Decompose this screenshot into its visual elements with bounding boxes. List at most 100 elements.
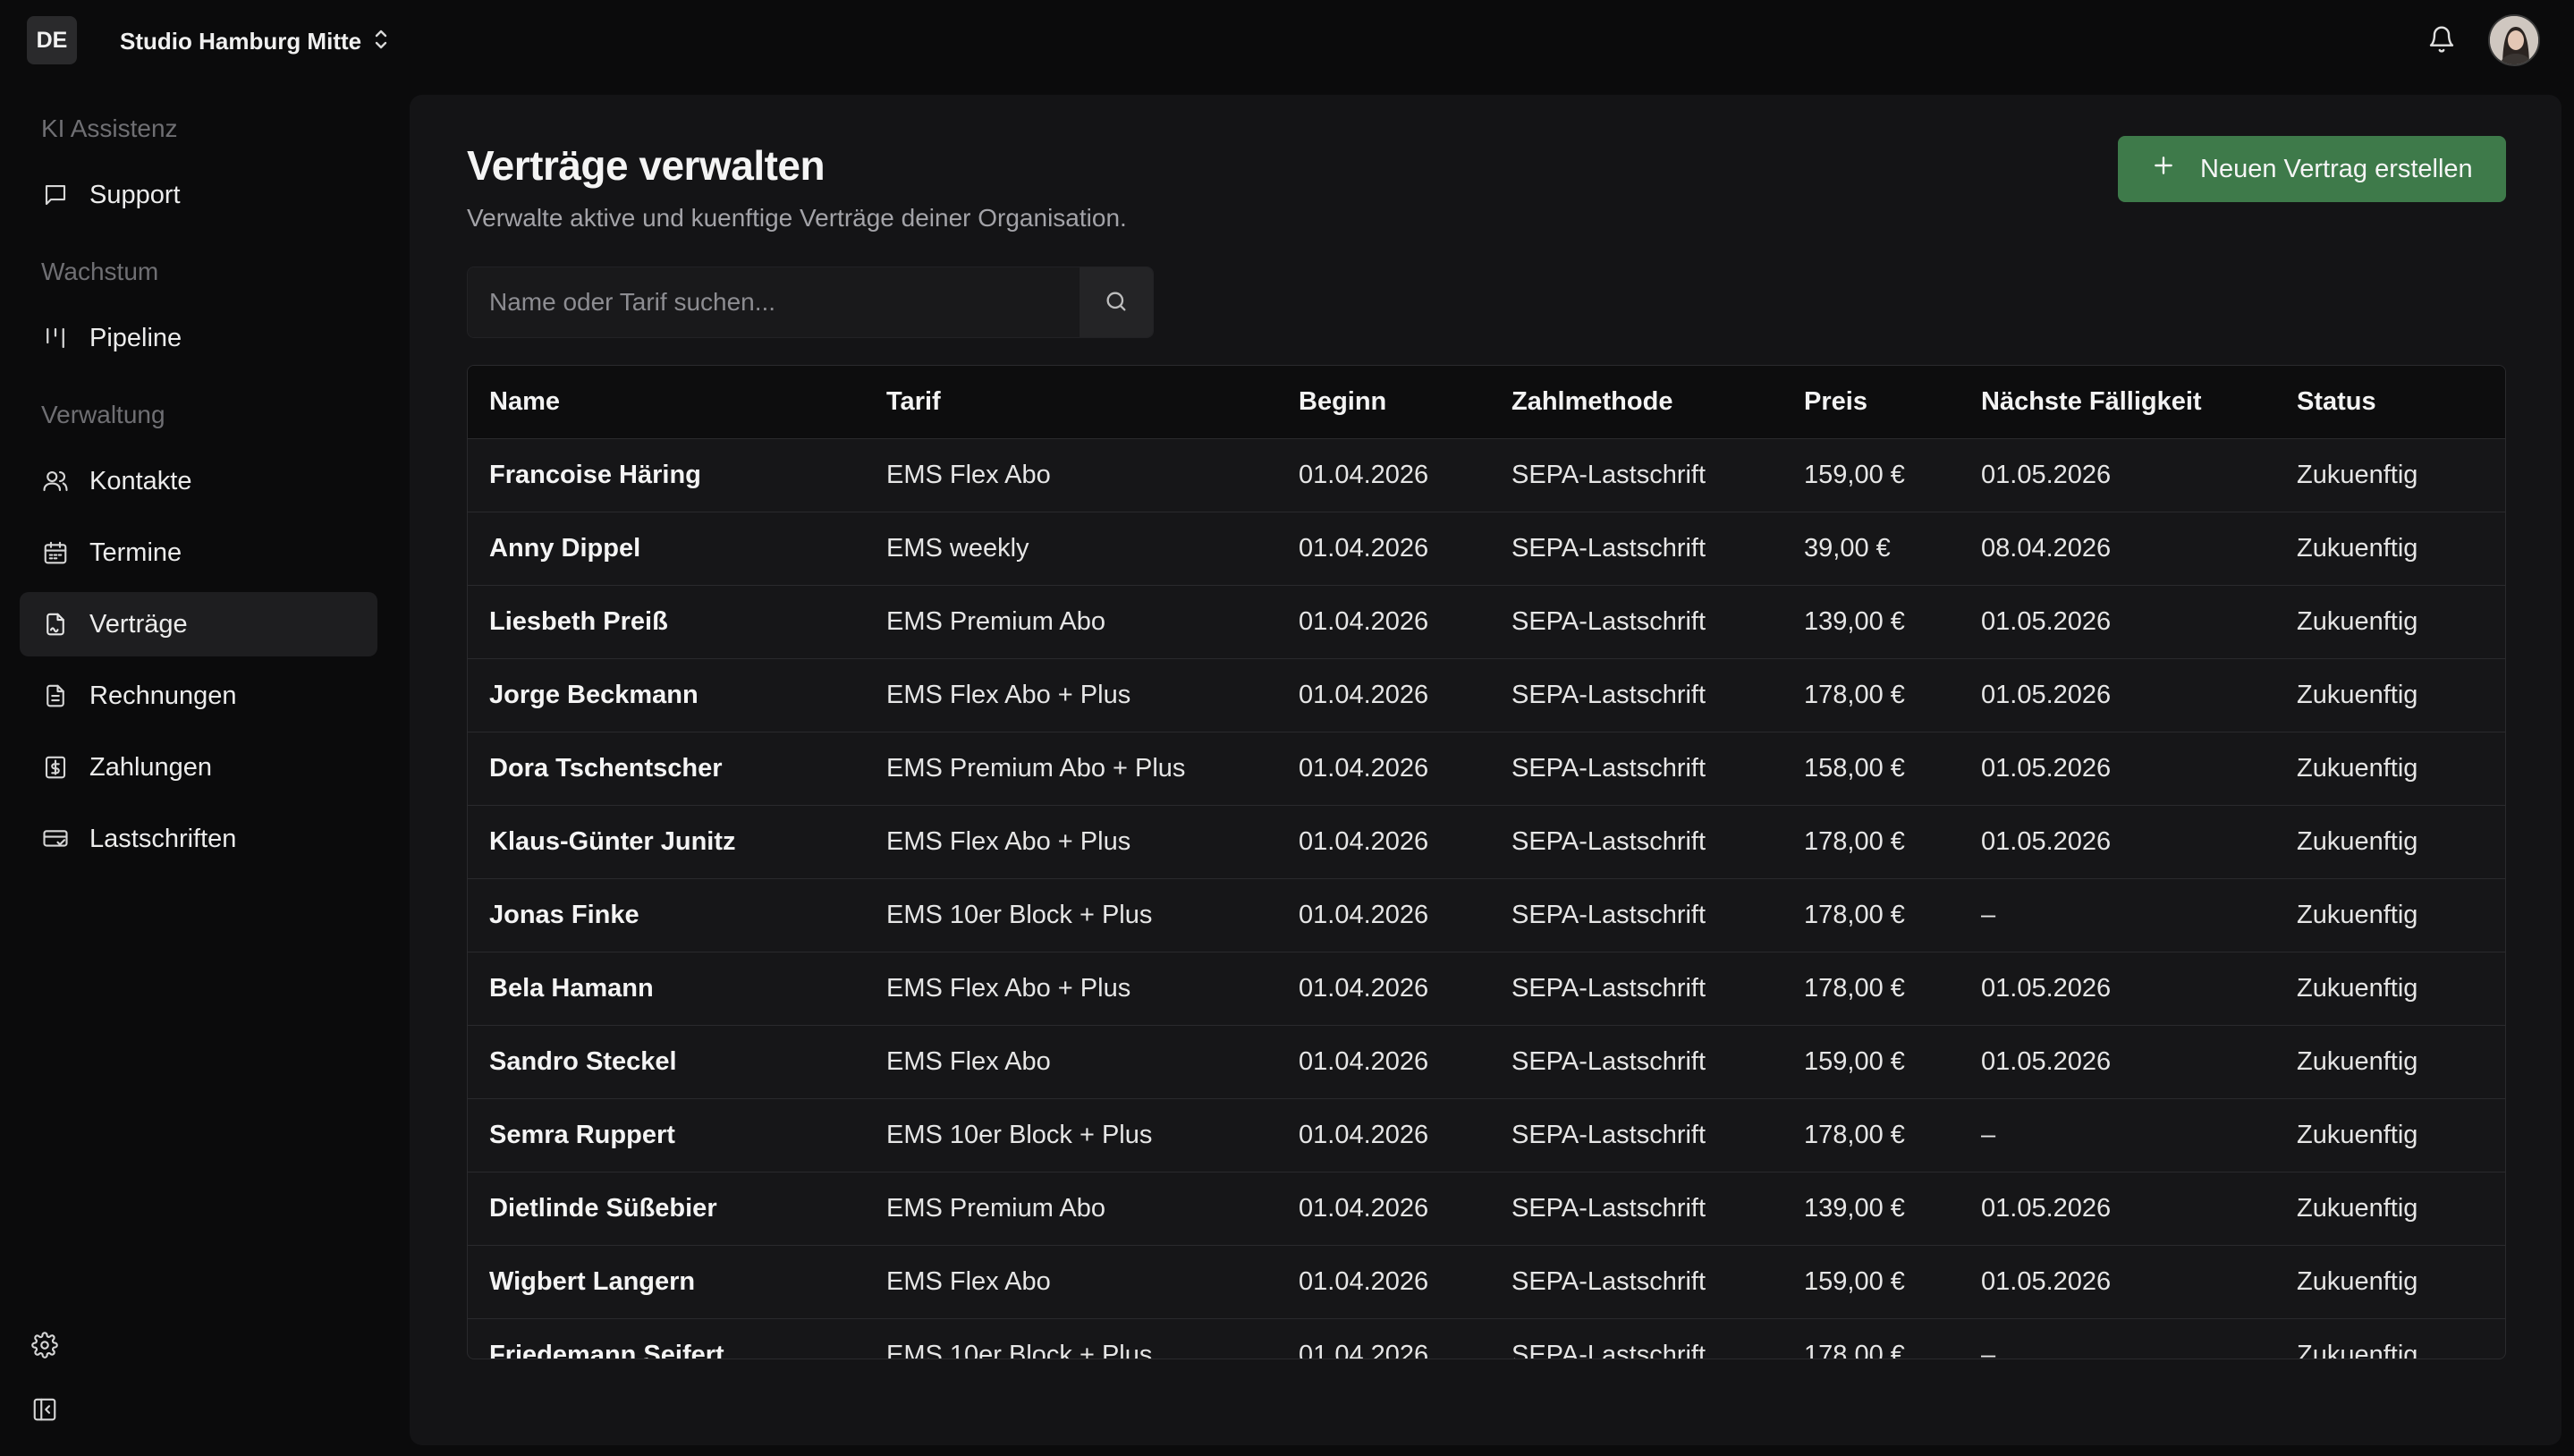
org-switcher[interactable]: Studio Hamburg Mitte — [120, 25, 390, 57]
page-subtitle: Verwalte aktive und kuenftige Verträge d… — [467, 204, 1127, 232]
cell-zahlmethode: SEPA-Lastschrift — [1511, 1047, 1706, 1076]
table-row[interactable]: Friedemann Seifert EMS 10er Block + Plus 0… — [468, 1319, 2505, 1359]
table-row[interactable]: Bela Hamann EMS Flex Abo + Plus 01.04.2026… — [468, 952, 2505, 1026]
cell-tarif: EMS Premium Abo — [886, 607, 1105, 636]
table-row[interactable]: Klaus-Günter Junitz EMS Flex Abo + Plus 01… — [468, 806, 2505, 879]
users-icon — [41, 467, 70, 495]
cell-beginn: 01.04.2026 — [1299, 607, 1429, 636]
cell-naechste-faelligkeit: 01.05.2026 — [1981, 461, 2112, 489]
cell-name: Jorge Beckmann — [489, 681, 699, 709]
cell-zahlmethode: SEPA-Lastschrift — [1511, 461, 1706, 489]
sidebar-item-termine[interactable]: Termine — [20, 521, 377, 585]
cell-naechste-faelligkeit: 01.05.2026 — [1981, 1194, 2112, 1223]
cell-tarif: EMS 10er Block + Plus — [886, 901, 1153, 929]
cell-status: Zukuenftig — [2297, 1047, 2418, 1076]
user-avatar[interactable] — [2488, 14, 2540, 66]
column-header-zahlmethode[interactable]: Zahlmethode — [1511, 387, 1804, 417]
table-row[interactable]: Jonas Finke EMS 10er Block + Plus 01.04.20… — [468, 879, 2505, 952]
sidebar-item-support[interactable]: Support — [20, 163, 377, 227]
cell-name: Klaus-Günter Junitz — [489, 827, 736, 856]
cell-name: Dora Tschentscher — [489, 754, 723, 783]
cell-name: Dietlinde Süßebier — [489, 1194, 717, 1223]
sidebar-item-zahlungen[interactable]: Zahlungen — [20, 735, 377, 800]
cell-tarif: EMS Flex Abo + Plus — [886, 827, 1131, 856]
sidebar-item-label: Support — [89, 180, 181, 209]
cell-zahlmethode: SEPA-Lastschrift — [1511, 974, 1706, 1003]
cell-preis: 159,00 € — [1804, 1267, 1905, 1296]
cell-zahlmethode: SEPA-Lastschrift — [1511, 607, 1706, 636]
cell-tarif: EMS Premium Abo + Plus — [886, 754, 1186, 783]
sidebar-item-vertraege[interactable]: Verträge — [20, 592, 377, 656]
table-row[interactable]: Dietlinde Süßebier EMS Premium Abo 01.04.2… — [468, 1172, 2505, 1246]
cell-beginn: 01.04.2026 — [1299, 974, 1429, 1003]
notification-bell-icon[interactable] — [2424, 21, 2460, 57]
table-row[interactable]: Anny Dippel EMS weekly 01.04.2026 SEPA-Last… — [468, 512, 2505, 586]
column-header-preis[interactable]: Preis — [1804, 387, 1981, 417]
cell-tarif: EMS Flex Abo — [886, 1047, 1051, 1076]
table-row[interactable]: Liesbeth Preiß EMS Premium Abo 01.04.2026 S… — [468, 586, 2505, 659]
cell-preis: 158,00 € — [1804, 754, 1905, 783]
column-header-naechste-faelligkeit[interactable]: Nächste Fälligkeit — [1981, 387, 2297, 417]
settings-gear-icon[interactable] — [29, 1329, 61, 1361]
cell-beginn: 01.04.2026 — [1299, 461, 1429, 489]
cell-name: Francoise Häring — [489, 461, 701, 489]
cell-name: Bela Hamann — [489, 974, 654, 1003]
table-row[interactable]: Dora Tschentscher EMS Premium Abo + Plus 0… — [468, 732, 2505, 806]
cell-tarif: EMS 10er Block + Plus — [886, 1121, 1153, 1149]
collapse-sidebar-icon[interactable] — [29, 1393, 61, 1426]
cell-preis: 39,00 € — [1804, 534, 1891, 563]
table-row[interactable]: Sandro Steckel EMS Flex Abo 01.04.2026 SEPA… — [468, 1026, 2505, 1099]
column-header-tarif[interactable]: Tarif — [886, 387, 1299, 417]
cell-status: Zukuenftig — [2297, 1267, 2418, 1296]
direct-debit-icon — [41, 825, 70, 853]
sidebar-item-rechnungen[interactable]: Rechnungen — [20, 664, 377, 728]
create-contract-button[interactable]: Neuen Vertrag erstellen — [2118, 136, 2506, 202]
column-header-beginn[interactable]: Beginn — [1299, 387, 1511, 417]
search-button[interactable] — [1080, 267, 1153, 337]
cell-beginn: 01.04.2026 — [1299, 1267, 1429, 1296]
cell-beginn: 01.04.2026 — [1299, 827, 1429, 856]
cell-zahlmethode: SEPA-Lastschrift — [1511, 1194, 1706, 1223]
sidebar-item-pipeline[interactable]: Pipeline — [20, 306, 377, 370]
page-title: Verträge verwalten — [467, 142, 826, 189]
org-badge[interactable]: DE — [27, 16, 77, 64]
cell-tarif: EMS weekly — [886, 534, 1029, 563]
cell-status: Zukuenftig — [2297, 754, 2418, 783]
chevron-up-down-icon — [372, 27, 390, 56]
sidebar-item-label: Lastschriften — [89, 824, 237, 853]
table-row[interactable]: Francoise Häring EMS Flex Abo 01.04.2026 SE… — [468, 439, 2505, 512]
cell-tarif: EMS Premium Abo — [886, 1194, 1105, 1223]
top-bar: DE Studio Hamburg Mitte — [0, 0, 2574, 82]
column-header-name[interactable]: Name — [489, 387, 908, 417]
cell-naechste-faelligkeit: 08.04.2026 — [1981, 534, 2112, 563]
cell-beginn: 01.04.2026 — [1299, 1047, 1429, 1076]
column-header-status[interactable]: Status — [2297, 387, 2476, 417]
cell-preis: 159,00 € — [1804, 461, 1905, 489]
sidebar-item-kontakte[interactable]: Kontakte — [20, 449, 377, 513]
sidebar-item-label: Verträge — [89, 609, 188, 639]
cell-preis: 178,00 € — [1804, 827, 1905, 856]
search-icon — [1104, 289, 1129, 317]
cell-naechste-faelligkeit: 01.05.2026 — [1981, 1267, 2112, 1296]
cell-beginn: 01.04.2026 — [1299, 681, 1429, 709]
cell-status: Zukuenftig — [2297, 1341, 2418, 1359]
sidebar-item-lastschriften[interactable]: Lastschriften — [20, 807, 377, 871]
cell-preis: 178,00 € — [1804, 974, 1905, 1003]
table-row[interactable]: Wigbert Langern EMS Flex Abo 01.04.2026 SEP… — [468, 1246, 2505, 1319]
table-row[interactable]: Jorge Beckmann EMS Flex Abo + Plus 01.04.2… — [468, 659, 2505, 732]
cell-tarif: EMS 10er Block + Plus — [886, 1341, 1153, 1359]
cell-status: Zukuenftig — [2297, 534, 2418, 563]
plus-icon — [2152, 154, 2175, 184]
section-verwaltung: Verwaltung — [41, 401, 165, 428]
cell-zahlmethode: SEPA-Lastschrift — [1511, 1121, 1706, 1149]
calendar-icon — [41, 538, 70, 567]
cell-name: Anny Dippel — [489, 534, 641, 563]
section-wachstum: Wachstum — [41, 258, 159, 285]
table-row[interactable]: Semra Ruppert EMS 10er Block + Plus 01.04.… — [468, 1099, 2505, 1172]
cell-zahlmethode: SEPA-Lastschrift — [1511, 827, 1706, 856]
org-name: Studio Hamburg Mitte — [120, 27, 362, 55]
cell-beginn: 01.04.2026 — [1299, 1194, 1429, 1223]
search-input[interactable] — [468, 267, 1080, 337]
cell-status: Zukuenftig — [2297, 974, 2418, 1003]
cell-naechste-faelligkeit: 01.05.2026 — [1981, 681, 2112, 709]
